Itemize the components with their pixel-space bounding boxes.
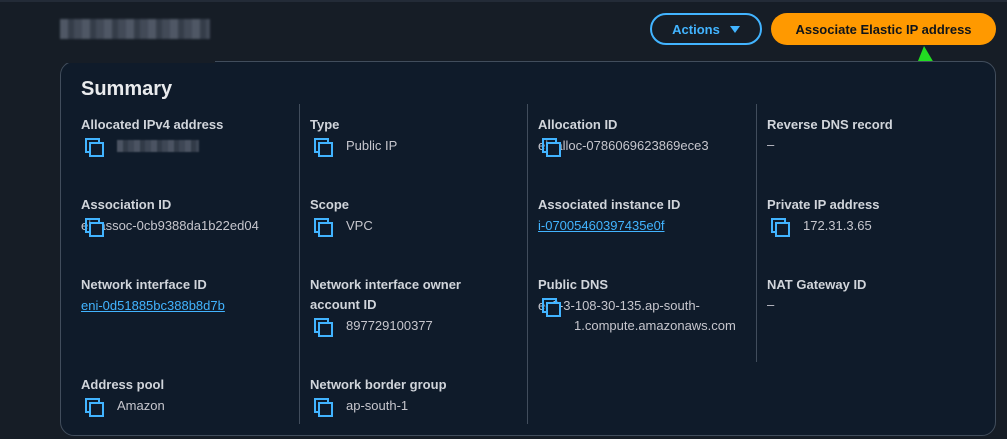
reverse-dns-value: – [767, 137, 775, 152]
panel-tab-gap [60, 60, 215, 63]
field-label: Associated instance ID [538, 197, 681, 212]
copy-icon[interactable] [314, 318, 333, 337]
field-label: Allocation ID [538, 117, 618, 132]
field-label: Allocated IPv4 address [81, 117, 224, 132]
network-interface-owner-value: 897729100377 [346, 318, 433, 333]
page: Actions Associate Elastic IP address Sum… [0, 0, 1007, 439]
field-label: Association ID [81, 197, 172, 212]
copy-icon[interactable] [85, 218, 104, 237]
column-divider [527, 104, 528, 424]
field-label: Type [310, 117, 340, 132]
association-id-value: eipassoc-0cb9388da1b22ed04 [81, 218, 259, 233]
field-public-dns: Public DNS ec2-3-108-30-135.ap-south-1.c… [538, 275, 759, 336]
field-network-interface-id: Network interface ID eni-0d51885bc388b8d… [81, 275, 225, 316]
copy-icon[interactable] [314, 138, 333, 157]
associated-instance-link[interactable]: i-07005460397435e0f [538, 216, 665, 236]
associate-elastic-ip-label: Associate Elastic IP address [795, 21, 972, 37]
associate-elastic-ip-button[interactable]: Associate Elastic IP address [771, 13, 996, 45]
column-divider [299, 104, 300, 424]
page-title-redacted [60, 19, 210, 39]
copy-icon[interactable] [314, 218, 333, 237]
caret-down-icon [729, 25, 740, 33]
actions-dropdown-button[interactable]: Actions [650, 13, 762, 45]
copy-icon[interactable] [85, 398, 104, 417]
field-network-border-group: Network border group ap-south-1 [310, 375, 447, 417]
nat-gateway-id-value: – [767, 297, 775, 312]
top-border [0, 0, 1007, 2]
summary-title: Summary [81, 78, 173, 100]
field-association-id: Association ID eipassoc-0cb9388da1b22ed0… [81, 195, 267, 237]
field-allocated-ipv4: Allocated IPv4 address [81, 115, 224, 157]
field-private-ip: Private IP address 172.31.3.65 [767, 195, 880, 237]
copy-icon[interactable] [542, 298, 561, 317]
copy-icon[interactable] [771, 218, 790, 237]
copy-icon[interactable] [314, 398, 333, 417]
network-interface-link[interactable]: eni-0d51885bc388b8d7b [81, 296, 225, 316]
scope-value: VPC [346, 218, 373, 233]
copy-icon[interactable] [85, 138, 104, 157]
field-network-interface-owner: Network interface owner account ID 89772… [310, 275, 500, 337]
field-scope: Scope VPC [310, 195, 373, 237]
field-reverse-dns: Reverse DNS record – [767, 115, 893, 155]
type-value: Public IP [346, 138, 398, 153]
field-type: Type Public IP [310, 115, 398, 157]
field-allocation-id: Allocation ID eipalloc-0786069623869ece3 [538, 115, 724, 157]
public-dns-value: ec2-3-108-30-135.ap-south-1.compute.amaz… [538, 298, 736, 333]
field-label: Address pool [81, 377, 165, 392]
allocation-id-value: eipalloc-0786069623869ece3 [538, 138, 709, 153]
private-ip-value: 172.31.3.65 [803, 218, 872, 233]
field-label: Network interface owner account ID [310, 277, 461, 312]
network-border-group-value: ap-south-1 [346, 398, 409, 413]
copy-icon[interactable] [542, 138, 561, 157]
field-nat-gateway-id: NAT Gateway ID – [767, 275, 866, 315]
actions-label: Actions [672, 21, 720, 37]
allocated-ipv4-redacted [117, 140, 199, 152]
field-label: Public DNS [538, 277, 609, 292]
address-pool-value: Amazon [117, 398, 165, 413]
field-label: NAT Gateway ID [767, 277, 867, 292]
field-label: Scope [310, 197, 350, 212]
field-label: Network interface ID [81, 277, 207, 292]
field-label: Private IP address [767, 197, 880, 212]
field-address-pool: Address pool Amazon [81, 375, 165, 417]
field-label: Network border group [310, 377, 447, 392]
field-associated-instance-id: Associated instance ID i-07005460397435e… [538, 195, 680, 236]
field-label: Reverse DNS record [767, 117, 893, 132]
